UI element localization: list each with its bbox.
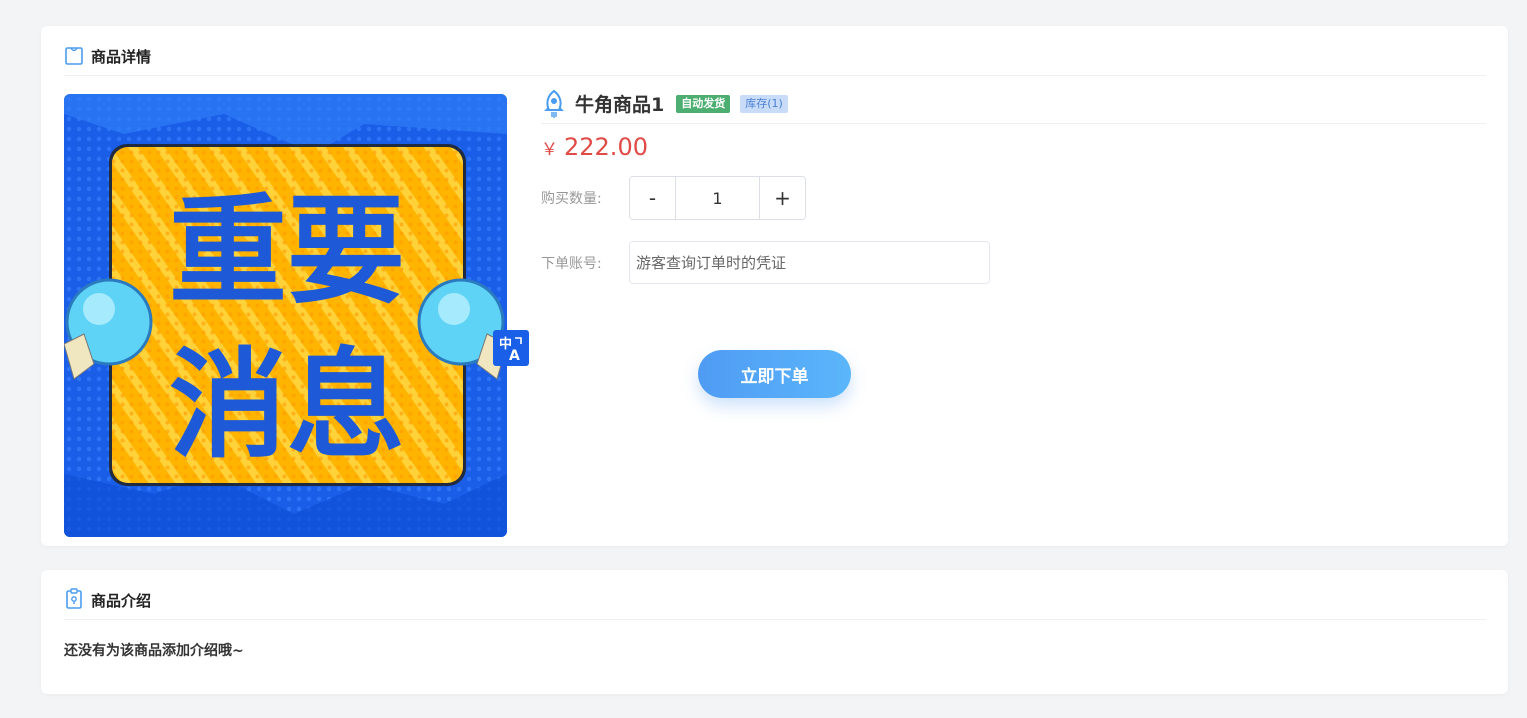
rocket-icon — [544, 89, 564, 118]
intro-title: 商品介绍 — [91, 592, 152, 610]
account-row: 下单账号: 游客查询订单时的凭证 — [541, 241, 990, 284]
account-input[interactable]: 游客查询订单时的凭证 — [629, 241, 990, 284]
order-now-button[interactable]: 立即下单 — [698, 350, 851, 398]
product-title-row: 牛角商品1 自动发货 库存(1) — [541, 84, 1486, 124]
quantity-plus-button[interactable]: + — [760, 177, 805, 219]
image-text-line2: 消息 — [169, 336, 405, 474]
intro-text: 还没有为该商品添加介绍哦~ — [64, 643, 244, 659]
quantity-stepper: - 1 + — [629, 176, 806, 220]
account-label: 下单账号: — [541, 255, 602, 272]
clipboard-icon — [66, 588, 82, 609]
translate-glyph-bottom: A — [509, 348, 520, 362]
product-detail-card: 商品详情 重要 消息 中 A 牛角商品1 自动发货 库存(1) ￥ 222.00… — [41, 26, 1508, 546]
currency-symbol: ￥ — [541, 140, 558, 160]
quantity-input[interactable]: 1 — [675, 177, 760, 219]
price-value: 222.00 — [564, 133, 648, 161]
translate-icon: 中 A — [499, 336, 522, 362]
product-price: ￥ 222.00 — [541, 130, 1486, 164]
detail-title: 商品详情 — [91, 48, 152, 66]
bag-icon — [65, 47, 83, 65]
quantity-minus-button[interactable]: - — [630, 177, 675, 219]
product-image[interactable]: 重要 消息 — [64, 94, 507, 537]
intro-header: 商品介绍 — [64, 570, 1486, 620]
auto-delivery-tag: 自动发货 — [676, 94, 731, 113]
product-name: 牛角商品1 — [575, 94, 665, 116]
image-text-line1: 重要 — [169, 182, 405, 320]
translate-badge[interactable]: 中 A — [493, 330, 529, 366]
detail-header: 商品详情 — [64, 26, 1486, 76]
product-intro-card: 商品介绍 还没有为该商品添加介绍哦~ — [41, 570, 1508, 694]
product-info: 牛角商品1 自动发货 库存(1) ￥ 222.00 购买数量: - 1 + 下单账… — [541, 84, 1486, 398]
stock-tag: 库存(1) — [740, 94, 788, 113]
quantity-label: 购买数量: — [541, 191, 602, 207]
quantity-row: 购买数量: - 1 + — [541, 176, 806, 220]
